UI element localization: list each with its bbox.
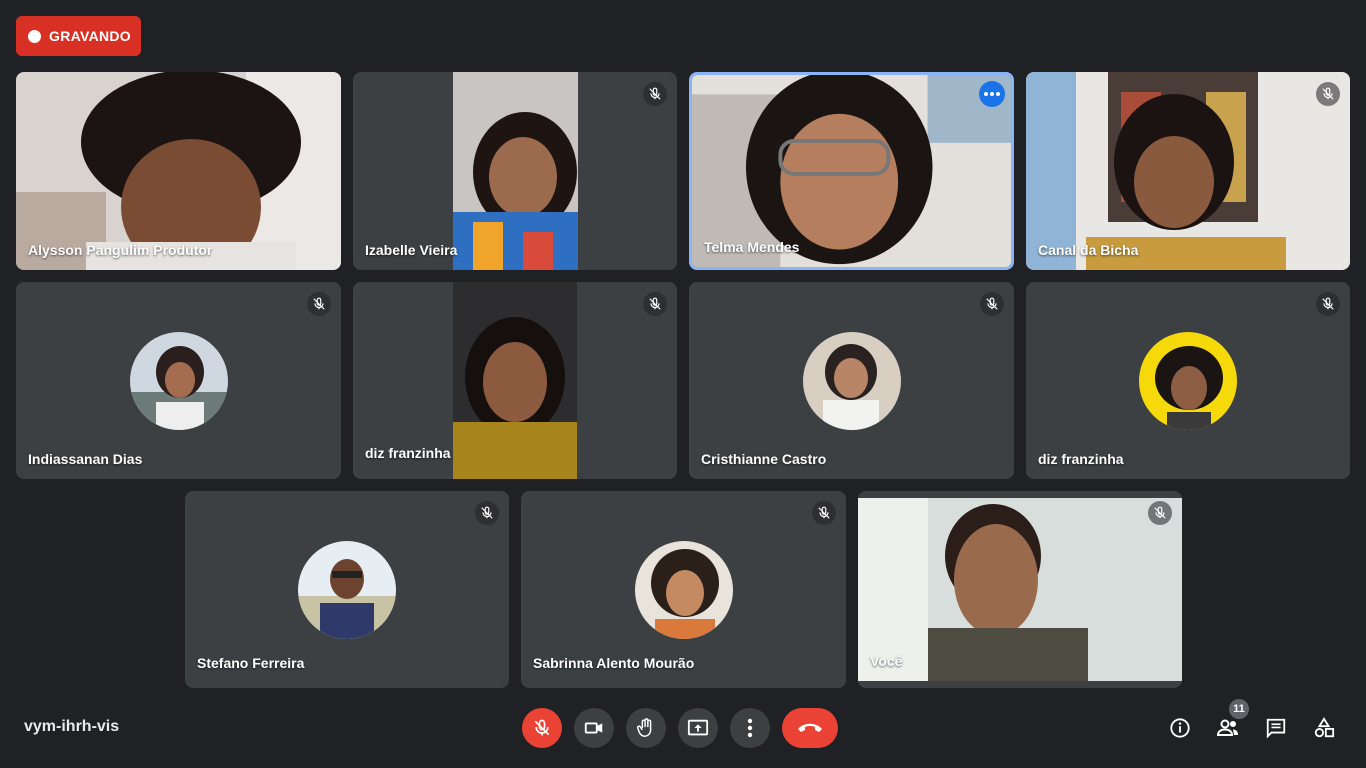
participant-video (453, 282, 577, 479)
participant-name: Telma Mendes (704, 239, 800, 255)
raise-hand-button[interactable] (626, 708, 666, 748)
activities-icon (1314, 717, 1335, 738)
mic-off-icon (534, 719, 550, 736)
activities-button[interactable] (1308, 712, 1340, 744)
participant-video (453, 72, 578, 270)
participant-name: Você (870, 653, 903, 669)
meeting-code: vym-ihrh-vis (24, 718, 120, 735)
participant-tile[interactable]: Canal da Bicha (1026, 72, 1350, 270)
toggle-camera-button[interactable] (574, 708, 614, 748)
participant-name: diz franzinha (365, 445, 451, 461)
more-options-button[interactable] (730, 708, 770, 748)
mic-off-icon (643, 292, 667, 316)
recording-label: GRAVANDO (49, 28, 131, 44)
record-dot-icon (28, 29, 41, 43)
mic-off-icon (1148, 501, 1172, 525)
raise-hand-icon (637, 718, 652, 737)
participant-count-badge: 11 (1229, 699, 1249, 719)
more-vert-icon (747, 718, 753, 738)
mic-off-icon (1316, 82, 1340, 106)
self-view-tile[interactable]: Você (858, 491, 1182, 688)
info-icon (1170, 718, 1190, 738)
avatar (298, 540, 396, 639)
camera-icon (584, 722, 603, 734)
participant-tile[interactable]: Indiassanan Dias (16, 282, 341, 479)
participant-tile[interactable]: Stefano Ferreira (185, 491, 509, 688)
self-video (858, 498, 1182, 681)
participant-name: Indiassanan Dias (28, 451, 143, 467)
avatar (1139, 331, 1237, 430)
more-options-icon[interactable] (979, 81, 1005, 107)
participant-video (16, 72, 341, 270)
avatar (634, 540, 733, 639)
participant-name: Izabelle Vieira (365, 242, 458, 258)
participant-video (1026, 72, 1350, 270)
participant-name: Cristhianne Castro (701, 451, 827, 467)
toggle-mic-button[interactable] (522, 708, 562, 748)
recording-indicator: GRAVANDO (16, 16, 141, 56)
participant-tile[interactable]: Alysson Pangulim Produtor (16, 72, 341, 270)
participant-tile[interactable]: Izabelle Vieira (353, 72, 677, 270)
chat-icon (1266, 718, 1286, 739)
hang-up-icon (798, 723, 822, 732)
people-icon (1216, 719, 1238, 736)
participant-name: Stefano Ferreira (197, 655, 305, 671)
mic-off-icon (475, 501, 499, 525)
participant-name: Alysson Pangulim Produtor (28, 242, 213, 258)
leave-call-button[interactable] (782, 708, 838, 748)
meeting-details-button[interactable] (1164, 712, 1196, 744)
avatar (129, 331, 228, 430)
participant-tile-active-speaker[interactable]: Telma Mendes (689, 72, 1014, 270)
mic-off-icon (307, 292, 331, 316)
mic-off-icon (812, 501, 836, 525)
participant-name: diz franzinha (1038, 451, 1124, 467)
participant-tile[interactable]: diz franzinha (1026, 282, 1350, 479)
participant-tile[interactable]: Cristhianne Castro (689, 282, 1014, 479)
participant-tile[interactable]: diz franzinha (353, 282, 677, 479)
mic-off-icon (1316, 292, 1340, 316)
mic-off-icon (980, 292, 1004, 316)
avatar (802, 331, 901, 430)
participant-tile[interactable]: Sabrinna Alento Mourão (521, 491, 846, 688)
mic-off-icon (643, 82, 667, 106)
participant-name: Canal da Bicha (1038, 242, 1139, 258)
present-screen-icon (687, 719, 709, 736)
participant-name: Sabrinna Alento Mourão (533, 655, 695, 671)
present-screen-button[interactable] (678, 708, 718, 748)
chat-button[interactable] (1260, 712, 1292, 744)
